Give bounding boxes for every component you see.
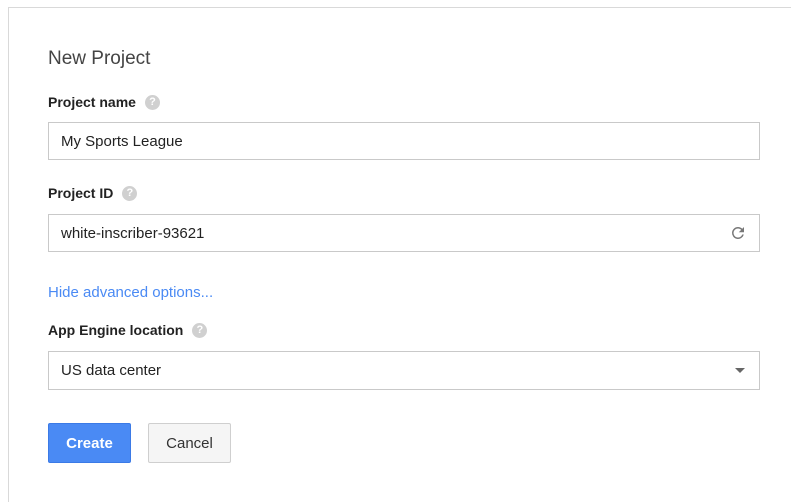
project-name-label: Project name ? (48, 94, 160, 110)
app-engine-location-value: US data center (61, 362, 162, 379)
chevron-down-icon (735, 368, 745, 373)
help-icon[interactable]: ? (144, 94, 160, 110)
dialog-title: New Project (48, 48, 151, 69)
cancel-button[interactable]: Cancel (148, 423, 231, 463)
app-engine-location-select[interactable]: US data center (48, 351, 760, 390)
create-button[interactable]: Create (48, 423, 131, 463)
project-name-input[interactable]: My Sports League (48, 122, 760, 160)
project-id-label: Project ID ? (48, 185, 138, 201)
app-engine-location-label: App Engine location ? (48, 322, 208, 338)
project-name-label-text: Project name (48, 94, 136, 110)
project-id-label-text: Project ID (48, 185, 114, 201)
refresh-icon[interactable] (729, 224, 747, 242)
project-id-value: white-inscriber-93621 (61, 224, 205, 242)
app-engine-location-label-text: App Engine location (48, 322, 184, 338)
project-id-input[interactable]: white-inscriber-93621 (48, 214, 760, 252)
help-icon[interactable]: ? (192, 322, 208, 338)
new-project-dialog: New Project Project name ? My Sports Lea… (8, 7, 791, 502)
project-name-value: My Sports League (61, 132, 183, 150)
help-icon[interactable]: ? (122, 185, 138, 201)
hide-advanced-options-link[interactable]: Hide advanced options... (48, 284, 213, 301)
page: New Project Project name ? My Sports Lea… (0, 0, 791, 502)
